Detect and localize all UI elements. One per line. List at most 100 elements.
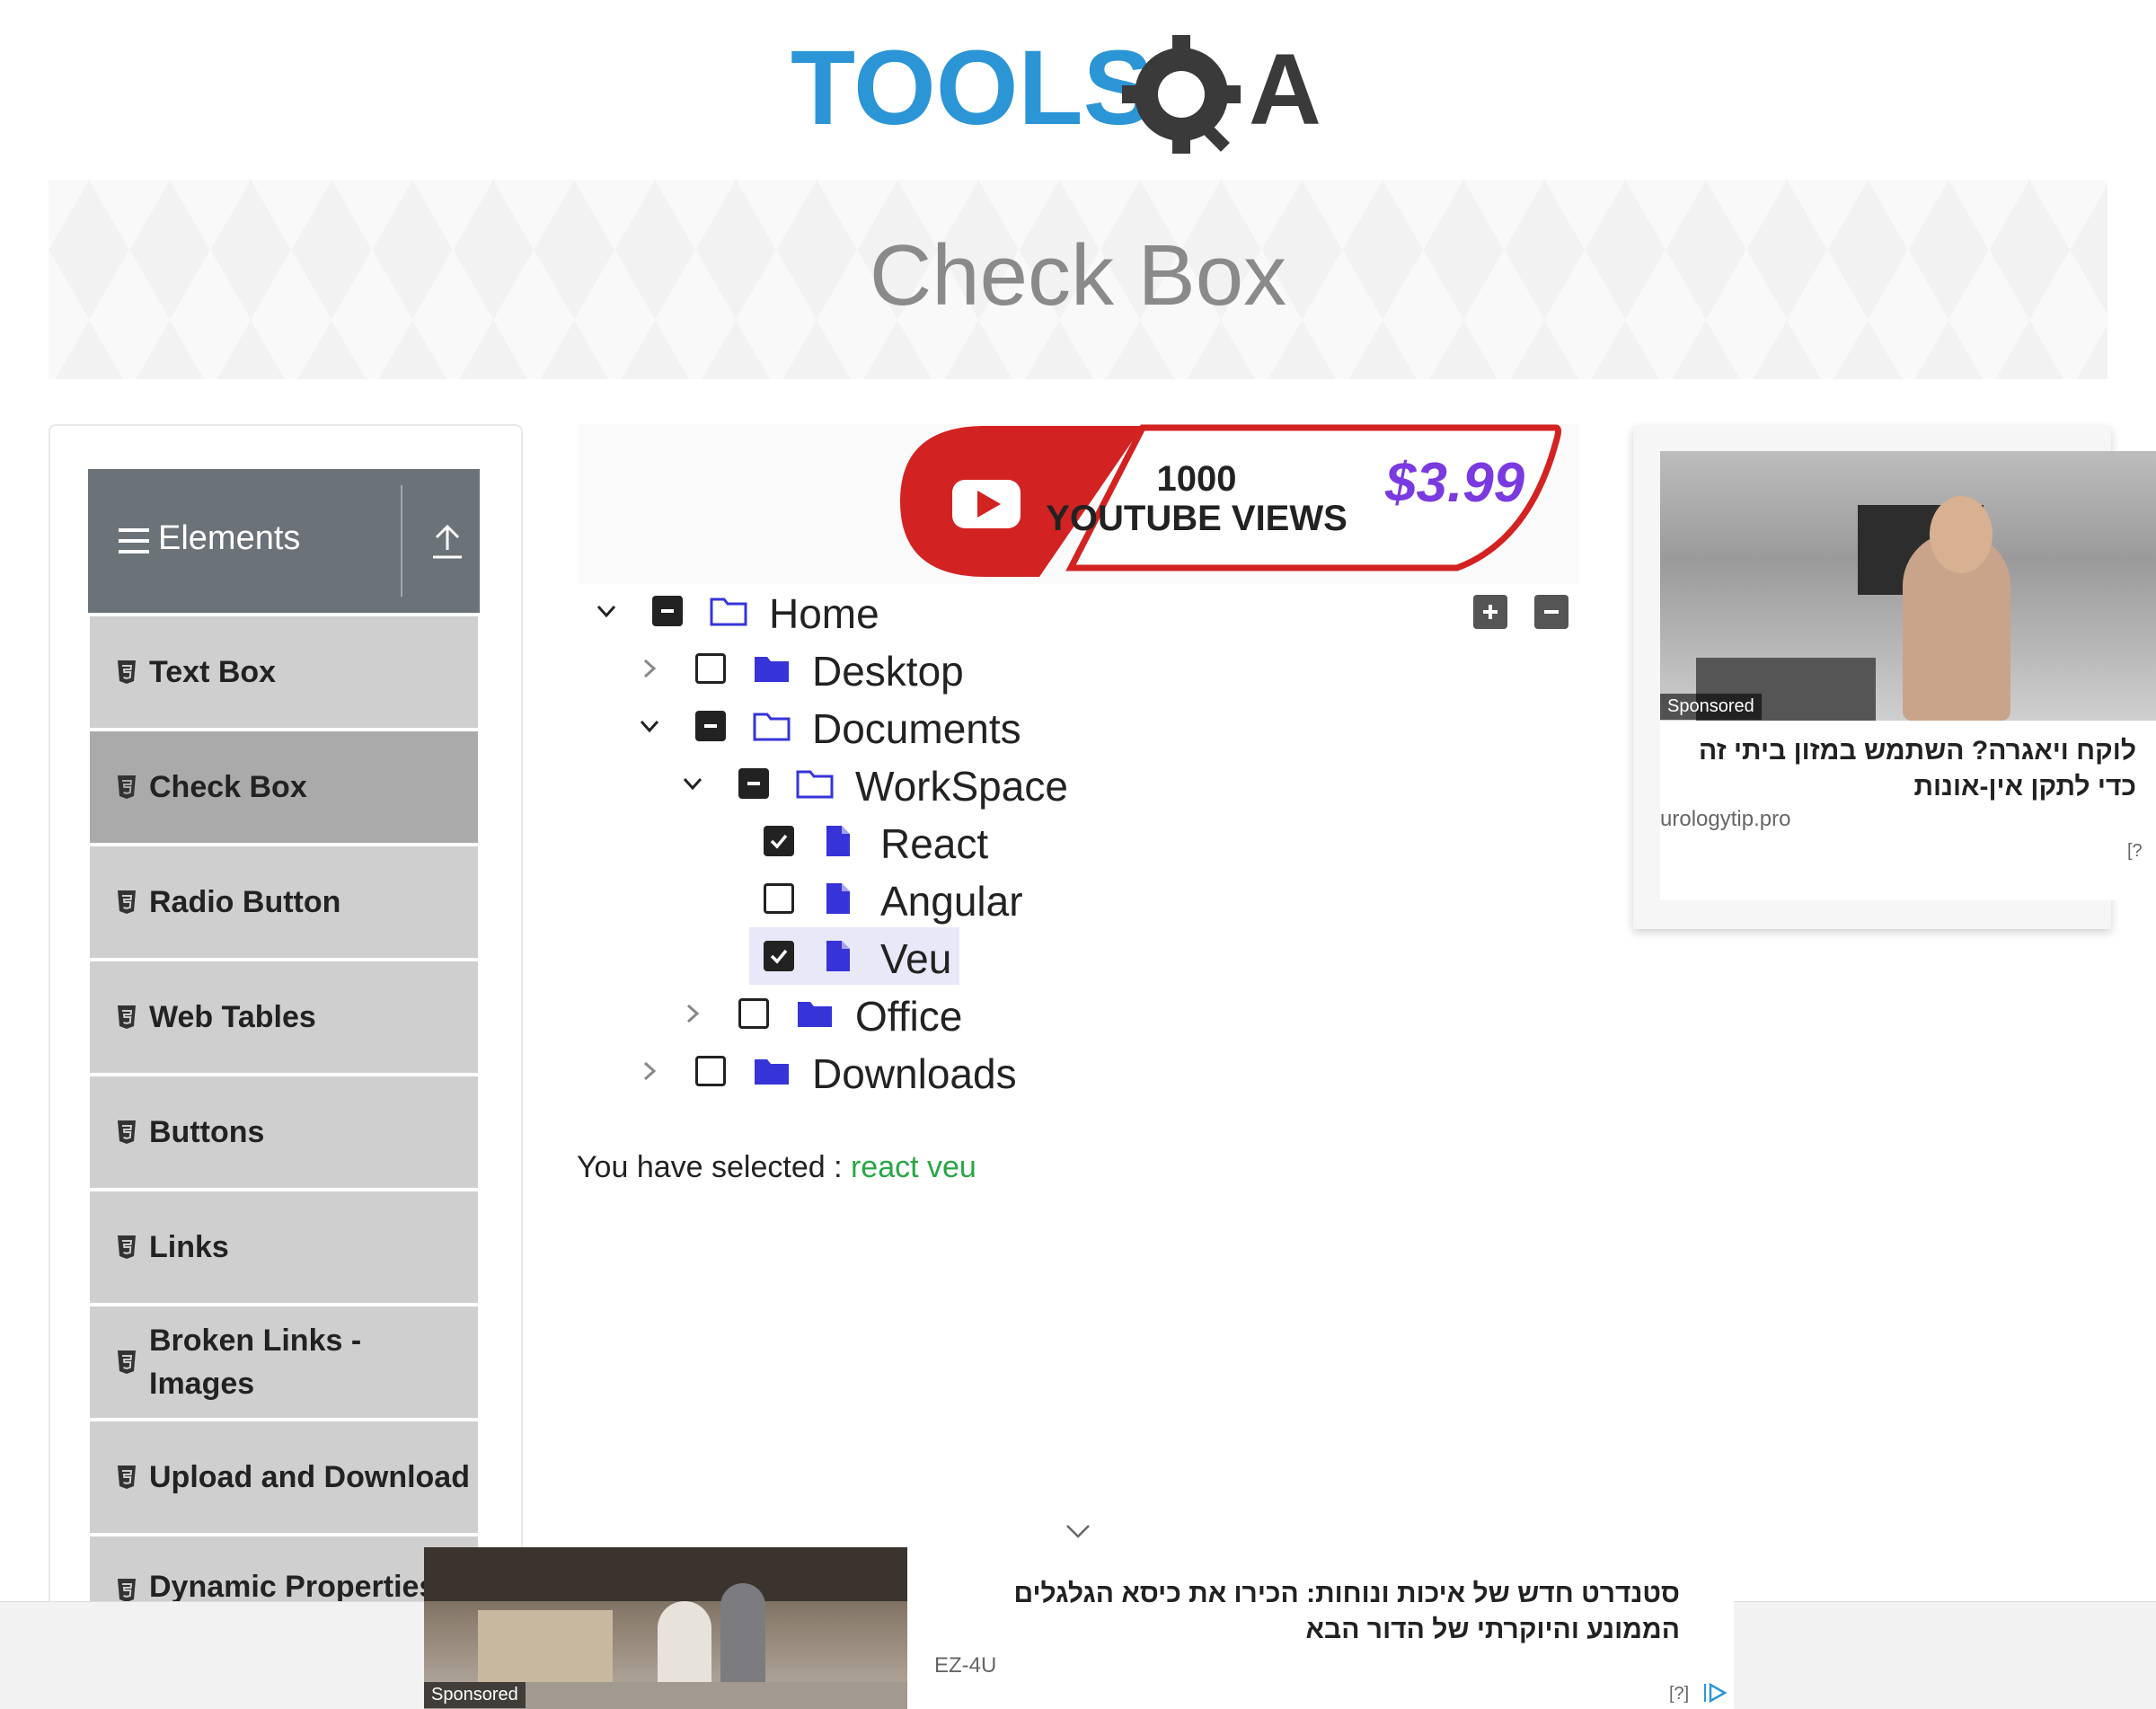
- documents-checkbox[interactable]: [695, 711, 726, 741]
- ad-source[interactable]: EZ-4U: [934, 1653, 996, 1678]
- tree-node-label[interactable]: Desktop: [812, 647, 964, 695]
- html5-icon: [118, 660, 136, 684]
- html5-icon: [118, 1579, 136, 1602]
- expand-chevron-down-icon[interactable]: [679, 770, 706, 797]
- tree-node-desktop: Desktop: [618, 642, 1157, 695]
- group-title: Elements: [158, 519, 301, 557]
- html5-icon: [118, 890, 136, 914]
- expand-all-button[interactable]: [1473, 595, 1507, 629]
- sponsored-ad-bottom[interactable]: Sponsored סטנדרט חדש של איכות ונוחות: הכ…: [424, 1547, 1734, 1709]
- tree-node-veu: Veu: [704, 927, 1243, 985]
- nav-item-label: Upload and Download: [149, 1460, 470, 1494]
- tree-node-label[interactable]: React: [880, 819, 988, 868]
- nav-item-upload-download[interactable]: Upload and Download: [90, 1421, 478, 1533]
- logo-tools-text: TOOLS: [791, 29, 1153, 147]
- tree-node-label[interactable]: WorkSpace: [855, 762, 1068, 810]
- nav-item-radio-button[interactable]: Radio Button: [90, 846, 478, 958]
- nav-item-label: Radio Button: [149, 885, 341, 919]
- plus-icon: [1483, 605, 1498, 619]
- nav-item-label: Buttons: [149, 1115, 265, 1149]
- react-checkbox[interactable]: [764, 826, 794, 856]
- expand-chevron-right-icon[interactable]: [636, 1058, 663, 1085]
- page-banner: Check Box: [49, 180, 2107, 379]
- folder-icon: [755, 1059, 789, 1085]
- folder-open-icon: [710, 598, 747, 626]
- ad-count: 1000: [1157, 459, 1237, 499]
- expand-chevron-down-icon[interactable]: [636, 713, 663, 739]
- expand-chevron-down-icon[interactable]: [593, 598, 620, 624]
- tree-node-label[interactable]: Home: [769, 589, 879, 638]
- nav-item-dynamic-properties[interactable]: Dynamic Properties: [90, 1536, 478, 1604]
- html5-icon: [118, 1120, 136, 1144]
- ad-info-button[interactable]: [?]: [1669, 1684, 1689, 1705]
- office-checkbox[interactable]: [738, 998, 769, 1029]
- ad-info-button[interactable]: [?: [2127, 841, 2143, 862]
- tree-node-documents: Documents: [618, 699, 1157, 753]
- tree-node-label[interactable]: Veu: [880, 934, 951, 983]
- tree-node-downloads: Downloads: [618, 1044, 1157, 1098]
- sponsored-ad-right[interactable]: Sponsored לוקח ויאגרה? השתמש במזון ביתי …: [1633, 426, 2156, 929]
- nav-item-label: Check Box: [149, 770, 307, 804]
- html5-icon: [118, 775, 136, 799]
- result-prefix: You have selected :: [577, 1150, 843, 1184]
- ad-views-label: YOUTUBE VIEWS: [1046, 499, 1348, 538]
- tree-node-angular: Angular: [704, 872, 1243, 925]
- nav-item-label: Broken Links - Images: [149, 1324, 362, 1401]
- hamburger-icon: [119, 528, 149, 553]
- ad-headline[interactable]: סטנדרט חדש של איכות ונוחות: הכירו את כיס…: [934, 1576, 1680, 1648]
- home-checkbox[interactable]: [652, 596, 683, 626]
- html5-icon: [118, 1005, 136, 1029]
- expand-chevron-right-icon[interactable]: [679, 1000, 706, 1027]
- nav-item-broken-links[interactable]: Broken Links - Images: [90, 1306, 478, 1418]
- sponsored-label: Sponsored: [1660, 694, 1762, 720]
- desktop-checkbox[interactable]: [695, 653, 726, 684]
- tree-node-workspace: WorkSpace: [661, 757, 1200, 810]
- tree-node-react: React: [704, 814, 1243, 868]
- html5-icon: [118, 1350, 136, 1374]
- collapse-all-button[interactable]: [1534, 595, 1568, 629]
- nav-item-buttons[interactable]: Buttons: [90, 1076, 478, 1188]
- ad-source[interactable]: urologytip.pro: [1660, 807, 1790, 832]
- page-title: Check Box: [869, 227, 1287, 323]
- tree-node-label[interactable]: Angular: [880, 877, 1023, 925]
- result-selected-items: react veu: [850, 1150, 976, 1184]
- html5-icon: [118, 1465, 136, 1489]
- nav-item-links[interactable]: Links: [90, 1191, 478, 1303]
- collapse-up-icon[interactable]: [429, 519, 465, 561]
- youtube-views-ad[interactable]: 1000 YOUTUBE VIEWS $3.99: [577, 424, 1578, 584]
- tree-node-label[interactable]: Downloads: [812, 1049, 1017, 1098]
- veu-checkbox[interactable]: [764, 941, 794, 971]
- nav-item-check-box[interactable]: Check Box: [90, 731, 478, 843]
- nav-item-web-tables[interactable]: Web Tables: [90, 961, 478, 1073]
- nav-item-label: Web Tables: [149, 1000, 316, 1034]
- expand-chevron-right-icon[interactable]: [636, 655, 663, 682]
- folder-icon: [755, 657, 789, 682]
- folder-open-icon: [753, 713, 791, 741]
- chevron-down-icon[interactable]: [1064, 1522, 1092, 1540]
- html5-icon: [118, 1235, 136, 1259]
- file-icon: [826, 826, 850, 856]
- nav-item-label: Links: [149, 1230, 229, 1264]
- folder-icon: [798, 1002, 832, 1027]
- tree-node-label[interactable]: Documents: [812, 704, 1021, 753]
- toolsqa-logo[interactable]: TOOLS A: [791, 27, 1374, 162]
- angular-checkbox[interactable]: [764, 883, 794, 914]
- ad-card[interactable]: לוקח ויאגרה? השתמש במזון ביתי זה כדי לתק…: [1660, 721, 2156, 900]
- workspace-checkbox[interactable]: [738, 768, 769, 799]
- file-icon: [826, 941, 850, 971]
- nav-item-text-box[interactable]: Text Box: [90, 616, 478, 728]
- tree-node-label[interactable]: Office: [855, 992, 962, 1040]
- ad-headline[interactable]: לוקח ויאגרה? השתמש במזון ביתי זה כדי לתק…: [1660, 733, 2136, 805]
- file-icon: [826, 883, 850, 914]
- folder-open-icon: [796, 770, 834, 799]
- elements-group-header[interactable]: Elements: [88, 469, 480, 613]
- adchoices-icon[interactable]: [1703, 1682, 1728, 1704]
- downloads-checkbox[interactable]: [695, 1056, 726, 1086]
- header-divider: [401, 485, 402, 597]
- nav-item-label: Text Box: [149, 655, 277, 689]
- tree-node-home: Home: [575, 584, 1114, 638]
- selection-result: You have selected : react veu: [577, 1150, 976, 1185]
- checkbox-tree: Home Desktop Documents WorkSpace React A…: [575, 584, 1581, 1123]
- ad-image[interactable]: [1660, 451, 2156, 721]
- ad-price: $3.99: [1384, 452, 1525, 514]
